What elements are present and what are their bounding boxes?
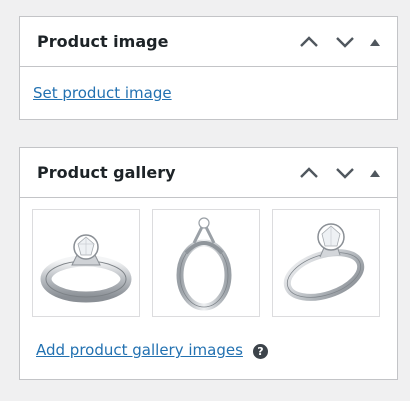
add-gallery-images-link[interactable]: Add product gallery images — [36, 341, 243, 359]
chevron-up-icon — [300, 35, 318, 47]
ring-side-view-image — [176, 217, 232, 311]
gallery-image-3[interactable] — [272, 209, 380, 317]
product-image-box: Product image Set product image — [19, 16, 398, 120]
ring-solitaire-front-image — [40, 234, 132, 303]
product-gallery-header: Product gallery — [20, 148, 397, 198]
product-image-title: Product image — [37, 32, 169, 51]
product-image-header: Product image — [20, 17, 397, 67]
caret-up-icon — [370, 169, 380, 177]
toggle-panel-button[interactable] — [363, 155, 387, 191]
caret-up-icon — [370, 38, 380, 46]
move-up-button[interactable] — [291, 24, 327, 60]
gallery-image-2[interactable] — [152, 209, 260, 317]
chevron-down-icon — [336, 167, 354, 179]
toggle-panel-button[interactable] — [363, 24, 387, 60]
ring-angled-view-image — [283, 223, 365, 301]
move-down-button[interactable] — [327, 155, 363, 191]
chevron-up-icon — [300, 166, 318, 178]
gallery-thumbnails — [32, 209, 380, 317]
gallery-footer: Add product gallery images ? — [36, 341, 268, 359]
help-icon[interactable]: ? — [252, 343, 268, 359]
product-image-handle-actions — [291, 17, 387, 66]
product-gallery-title: Product gallery — [37, 163, 176, 182]
move-down-button[interactable] — [327, 24, 363, 60]
move-up-button[interactable] — [291, 155, 327, 191]
chevron-down-icon — [336, 36, 354, 48]
product-gallery-handle-actions — [291, 148, 387, 197]
product-gallery-box: Product gallery Add product gallery imag… — [19, 147, 398, 380]
gallery-image-1[interactable] — [32, 209, 140, 317]
set-product-image-link[interactable]: Set product image — [33, 84, 172, 102]
